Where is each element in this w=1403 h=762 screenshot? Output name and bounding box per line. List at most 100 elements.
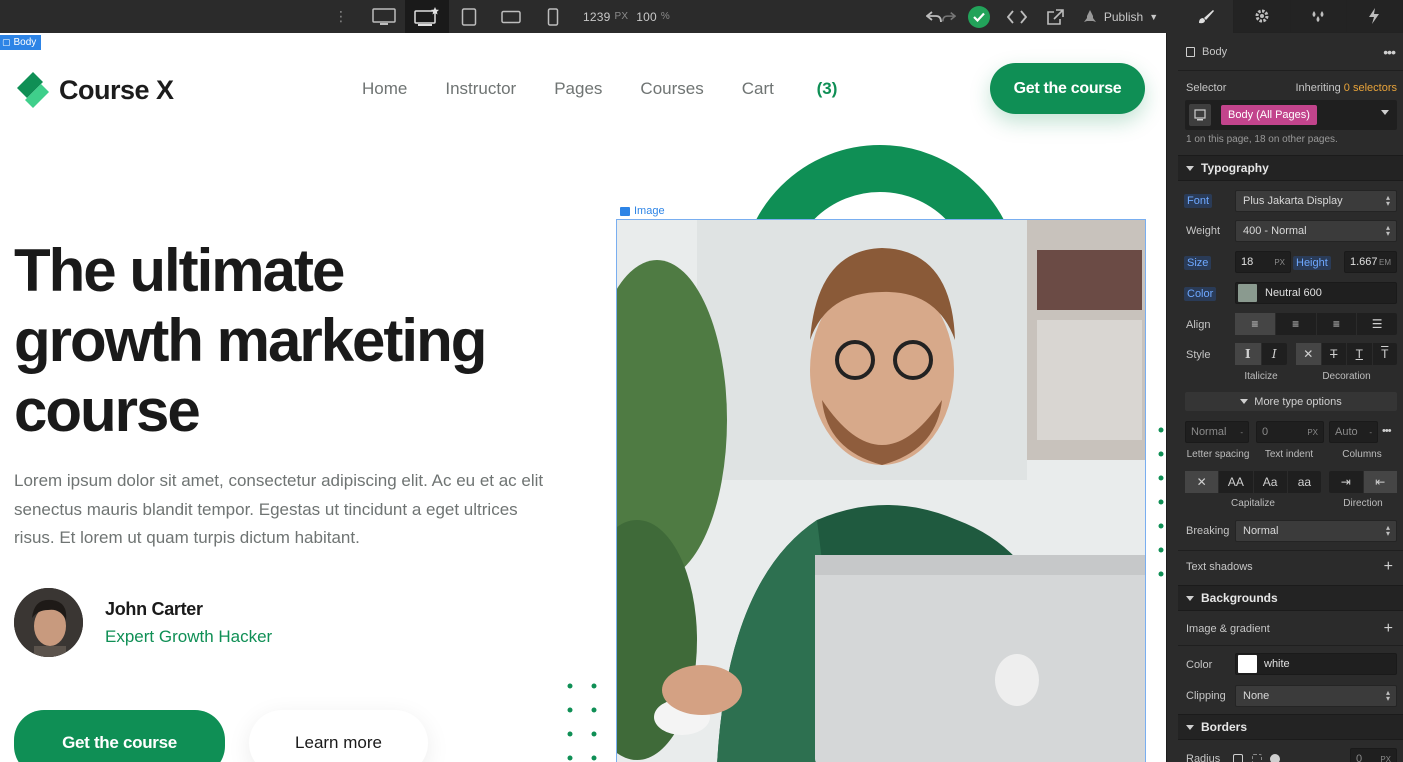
letter-spacing-caption: Letter spacing (1186, 449, 1250, 460)
clipping-select[interactable]: None ▴ ▾ (1235, 685, 1397, 707)
canvas-size-readout: 1239 PX 100 % (583, 0, 678, 33)
nav-link-pages[interactable]: Pages (554, 79, 602, 99)
ltr-icon: ⇥ (1340, 475, 1351, 489)
hero-get-course-button[interactable]: Get the course (14, 710, 225, 762)
font-size-input[interactable]: 18 PX (1235, 251, 1291, 273)
add-background-icon[interactable]: + (1384, 620, 1393, 638)
brush-icon (1198, 9, 1214, 23)
text-color-value: Neutral 600 (1265, 287, 1322, 299)
drag-handle-icon[interactable]: ⋮ (334, 0, 348, 33)
uppercase-button[interactable]: AA (1219, 471, 1254, 493)
breaking-value: Normal (1243, 525, 1279, 537)
learn-more-button[interactable]: Learn more (249, 710, 428, 762)
publish-button[interactable]: Publish ▼ (1074, 0, 1166, 33)
undo-redo-buttons[interactable] (922, 0, 960, 33)
tab-style[interactable] (1178, 0, 1235, 33)
desktop-breakpoint-button[interactable] (362, 0, 406, 33)
color-swatch[interactable] (1238, 284, 1257, 302)
letter-spacing-input[interactable]: Normal - (1185, 421, 1249, 443)
share-button[interactable] (1036, 0, 1074, 33)
decoration-none-button[interactable]: ✕ (1296, 343, 1322, 365)
upright-button[interactable]: I (1235, 343, 1262, 365)
text-color-field[interactable]: Neutral 600 (1235, 282, 1397, 304)
radius-value: 0 (1356, 753, 1363, 762)
mobile-portrait-breakpoint-button[interactable] (531, 0, 575, 33)
typography-section-header[interactable]: Typography (1178, 155, 1403, 181)
more-options-icon[interactable]: ••• (1382, 425, 1392, 437)
add-text-shadow-icon[interactable]: + (1384, 558, 1393, 576)
borders-section-header[interactable]: Borders (1178, 714, 1403, 740)
nav-link-instructor[interactable]: Instructor (445, 79, 516, 99)
mobile-landscape-breakpoint-button[interactable] (489, 0, 533, 33)
breaking-select[interactable]: Normal ▴ ▾ (1235, 520, 1397, 542)
bg-color-field[interactable]: white (1235, 653, 1397, 675)
nav-link-courses[interactable]: Courses (640, 79, 703, 99)
radius-individual-icon[interactable] (1252, 754, 1262, 762)
clipping-value: None (1243, 690, 1270, 702)
nav-link-cart[interactable]: Cart (3) (742, 79, 876, 99)
radius-slider-handle[interactable] (1270, 754, 1280, 762)
radius-unit: PX (1380, 754, 1391, 762)
radius-input[interactable]: 0 PX (1350, 748, 1397, 762)
tab-settings[interactable] (1234, 0, 1291, 33)
text-indent-input[interactable]: 0 PX (1256, 421, 1324, 443)
text-shadows-row: Text shadows + (1178, 558, 1403, 576)
line-height-input[interactable]: 1.667 EM (1344, 251, 1397, 273)
direction-ltr-button[interactable]: ⇥ (1329, 471, 1364, 493)
select-arrows-icon: ▴ ▾ (1385, 223, 1390, 238)
audit-status-button[interactable] (960, 0, 998, 33)
tab-interactions[interactable] (1290, 0, 1347, 33)
backgrounds-section-header[interactable]: Backgrounds (1178, 585, 1403, 611)
image-gradient-row: Image & gradient + (1178, 620, 1403, 638)
nav-link-home[interactable]: Home (362, 79, 407, 99)
chevron-down-icon[interactable] (1381, 110, 1389, 115)
publish-label: Publish (1103, 9, 1144, 24)
columns-input[interactable]: Auto - (1329, 421, 1378, 443)
code-export-button[interactable] (998, 0, 1036, 33)
direction-rtl-button[interactable]: ⇤ (1363, 471, 1397, 493)
align-right-button[interactable]: ≡ (1317, 313, 1358, 335)
more-type-options-toggle[interactable]: More type options (1185, 392, 1397, 411)
capitalize-none-button[interactable]: ✕ (1185, 471, 1220, 493)
capitalize-caption: Capitalize (1231, 498, 1275, 509)
hero-image[interactable] (616, 219, 1146, 762)
clipping-label: Clipping (1186, 690, 1226, 702)
overline-button[interactable]: T (1373, 343, 1398, 365)
select-arrows-icon: ▴ ▾ (1385, 523, 1390, 538)
weight-select[interactable]: 400 - Normal ▴ ▾ (1235, 220, 1397, 242)
capitalize-button[interactable]: Aa (1254, 471, 1288, 493)
align-right-icon: ≡ (1332, 317, 1340, 331)
tablet-breakpoint-button[interactable] (447, 0, 491, 33)
author-role: Expert Growth Hacker (105, 627, 273, 646)
main-nav: Home Instructor Pages Courses Cart (3) (362, 79, 913, 99)
select-arrows-icon: ▴ ▾ (1385, 688, 1390, 703)
inheriting-count[interactable]: 0 selectors (1344, 82, 1397, 94)
site-logo[interactable]: Course X (15, 70, 174, 110)
align-justify-button[interactable]: ☰ (1357, 313, 1397, 335)
more-options-icon[interactable]: ••• (1383, 44, 1396, 60)
italic-button[interactable]: I (1262, 343, 1288, 365)
rtl-icon: ⇤ (1375, 475, 1386, 489)
author-name: John Carter (105, 599, 203, 619)
lowercase-button[interactable]: aa (1288, 471, 1321, 493)
font-select[interactable]: Plus Jakarta Display ▴ ▾ (1235, 190, 1397, 212)
text-indent-unit: PX (1307, 427, 1318, 437)
tab-lightning[interactable] (1346, 0, 1403, 33)
breaking-label: Breaking (1186, 525, 1230, 537)
base-breakpoint-button[interactable] (405, 0, 449, 33)
align-left-button[interactable]: ≡ (1235, 313, 1276, 335)
more-type-options-label: More type options (1254, 395, 1342, 408)
header-get-course-button[interactable]: Get the course (990, 63, 1145, 114)
strikethrough-button[interactable]: T (1322, 343, 1347, 365)
selector-chip[interactable]: Body (All Pages) (1221, 105, 1317, 125)
underline-button[interactable]: T (1347, 343, 1373, 365)
canvas-scrollbar[interactable] (1166, 33, 1178, 762)
align-center-button[interactable]: ≡ (1276, 313, 1317, 335)
direction-caption: Direction (1343, 498, 1383, 509)
designer-canvas[interactable]: ▢ Body Course X Home Instructor Pages Co… (0, 33, 1166, 762)
radius-all-icon[interactable] (1233, 754, 1243, 762)
radius-row: Radius 0 PX (1178, 748, 1403, 762)
selector-field[interactable]: Body (All Pages) (1185, 100, 1397, 130)
line-height-unit: EM (1379, 257, 1391, 267)
bg-color-swatch[interactable] (1238, 655, 1257, 673)
